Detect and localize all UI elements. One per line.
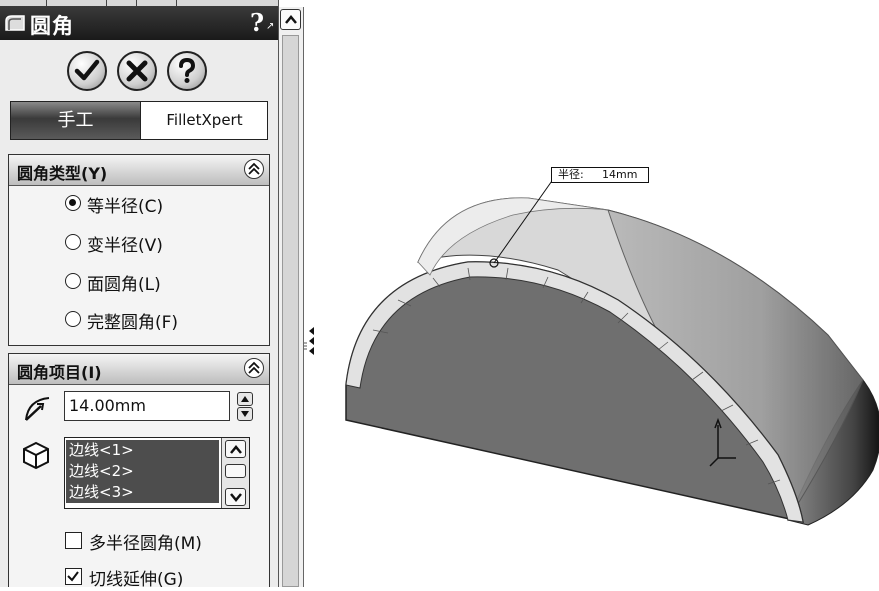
chevron-up-icon [230, 445, 242, 454]
fillet-type-title: 圆角类型(Y) [17, 164, 108, 183]
scroll-up-button[interactable] [280, 9, 301, 30]
checkmark-icon [74, 59, 100, 81]
fillet-type-group: 圆角类型(Y) 等半径(C) 变半径(V) 面圆角(L) 完整圆角(F) [8, 154, 270, 346]
question-icon [179, 58, 196, 83]
manual-tab[interactable]: 手工 [11, 102, 140, 139]
callout-value[interactable]: 14mm [602, 168, 637, 181]
edge-selection-list[interactable]: 边线<1> 边线<2> 边线<3> [64, 437, 250, 509]
list-item[interactable]: 边线<2> [66, 461, 219, 482]
spin-down-button[interactable] [237, 407, 253, 421]
chevron-up-icon [285, 15, 297, 24]
list-item[interactable]: 边线<1> [66, 440, 219, 461]
filletxpert-tab[interactable]: FilletXpert [140, 102, 268, 139]
edge-cube-icon [23, 441, 49, 470]
list-scrollbar[interactable] [221, 438, 249, 508]
grip-icon [304, 327, 314, 355]
fillet-type-header[interactable]: 圆角类型(Y) [9, 155, 269, 186]
radio-button[interactable] [65, 234, 81, 250]
property-manager-panel: 圆角 ? ↗ 手工 FilletXpert 圆角类型(Y) 等半径(C) 变半径… [0, 0, 279, 587]
chevron-down-icon [230, 493, 242, 502]
fillet-items-header[interactable]: 圆角项目(I) [9, 354, 269, 385]
fillet-items-group: 圆角项目(I) 14.00mm 边线<1> 边线<2> 边线<3> 多半径圆角(… [8, 353, 270, 587]
cancel-button[interactable] [117, 51, 157, 91]
spin-up-button[interactable] [237, 392, 253, 406]
checkbox[interactable] [65, 568, 82, 585]
collapse-button[interactable] [244, 358, 264, 378]
help-button[interactable] [167, 51, 207, 91]
ok-button[interactable] [67, 51, 107, 91]
fillet-items-title: 圆角项目(I) [17, 363, 102, 382]
fillet-feature-icon [5, 15, 25, 31]
panel-title-bar: 圆角 ? ↗ [0, 6, 278, 40]
callout-label: 半径: [558, 168, 584, 181]
double-chevron-up-icon [248, 361, 260, 374]
pin-icon[interactable]: ↗ [266, 21, 274, 32]
panel-splitter[interactable] [304, 0, 318, 587]
collapse-button[interactable] [244, 159, 264, 179]
arrow-up-icon [241, 396, 249, 402]
radio-button[interactable] [65, 311, 81, 327]
list-item[interactable]: 边线<3> [66, 482, 219, 503]
model-view[interactable] [318, 0, 879, 587]
mode-toggle: 手工 FilletXpert [10, 101, 268, 140]
radius-callout[interactable]: 半径: 14mm [551, 167, 649, 183]
x-icon [126, 60, 148, 82]
graphics-viewport[interactable] [318, 0, 879, 587]
double-chevron-up-icon [248, 162, 260, 175]
list-scroll-thumb[interactable] [225, 464, 246, 478]
list-scroll-down-button[interactable] [225, 488, 246, 506]
radio-button[interactable] [65, 273, 81, 289]
radius-input[interactable]: 14.00mm [64, 391, 230, 421]
list-scroll-up-button[interactable] [225, 440, 246, 458]
panel-scrollbar[interactable] [279, 7, 304, 587]
checkmark-icon [67, 571, 79, 582]
checkbox[interactable] [65, 532, 82, 549]
radius-icon [25, 397, 50, 421]
scroll-thumb[interactable] [282, 35, 299, 587]
arrow-down-icon [241, 411, 249, 417]
radio-button[interactable] [65, 195, 81, 211]
help-icon[interactable]: ? [250, 8, 264, 37]
panel-title: 圆角 [30, 14, 74, 38]
